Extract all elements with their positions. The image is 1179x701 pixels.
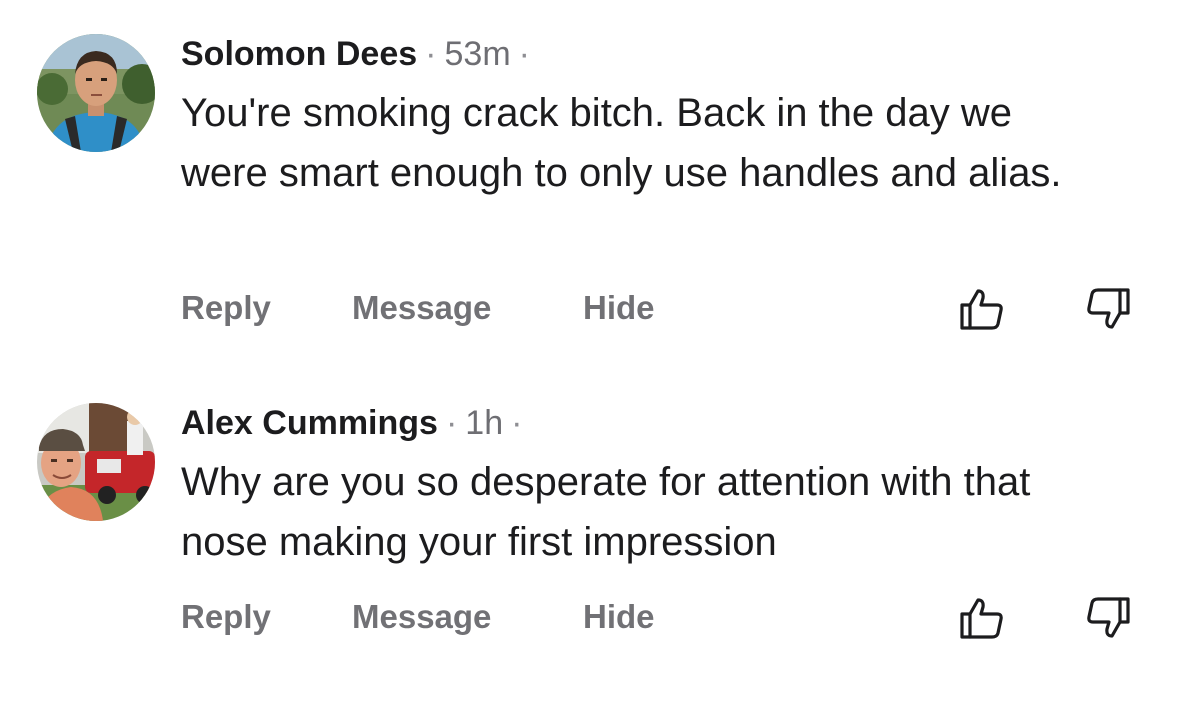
- separator: ·: [425, 35, 437, 73]
- message-button[interactable]: Message: [352, 593, 491, 641]
- comment-actions: Reply Message Hide: [181, 284, 1141, 332]
- timestamp: 53m: [444, 35, 511, 73]
- timestamp: 1h: [465, 404, 504, 442]
- reply-button[interactable]: Reply: [181, 284, 271, 332]
- comment-text: Why are you so desperate for attention w…: [181, 460, 1031, 564]
- comment-text: You're smoking crack bitch. Back in the …: [181, 91, 1062, 195]
- separator: ·: [445, 404, 458, 442]
- author-name[interactable]: Alex Cummings: [181, 404, 438, 442]
- thumbs-up-icon[interactable]: [959, 286, 1005, 332]
- thumbs-down-icon[interactable]: [1085, 286, 1131, 332]
- separator: ·: [518, 35, 530, 73]
- avatar[interactable]: [37, 34, 155, 152]
- avatar-image: [37, 403, 155, 521]
- avatar-image: [37, 34, 155, 152]
- comment-meta: Alex Cummings · 1h ·: [181, 403, 1141, 443]
- reply-button[interactable]: Reply: [181, 593, 271, 641]
- author-name[interactable]: Solomon Dees: [181, 35, 417, 73]
- thumbs-down-icon[interactable]: [1085, 595, 1131, 641]
- separator: ·: [511, 404, 523, 442]
- hide-button[interactable]: Hide: [583, 593, 655, 641]
- message-button[interactable]: Message: [352, 284, 491, 332]
- comment-meta: Solomon Dees · 53m ·: [181, 34, 1141, 74]
- comment-actions: Reply Message Hide: [181, 593, 1141, 641]
- thumbs-up-icon[interactable]: [959, 595, 1005, 641]
- hide-button[interactable]: Hide: [583, 284, 655, 332]
- avatar[interactable]: [37, 403, 155, 521]
